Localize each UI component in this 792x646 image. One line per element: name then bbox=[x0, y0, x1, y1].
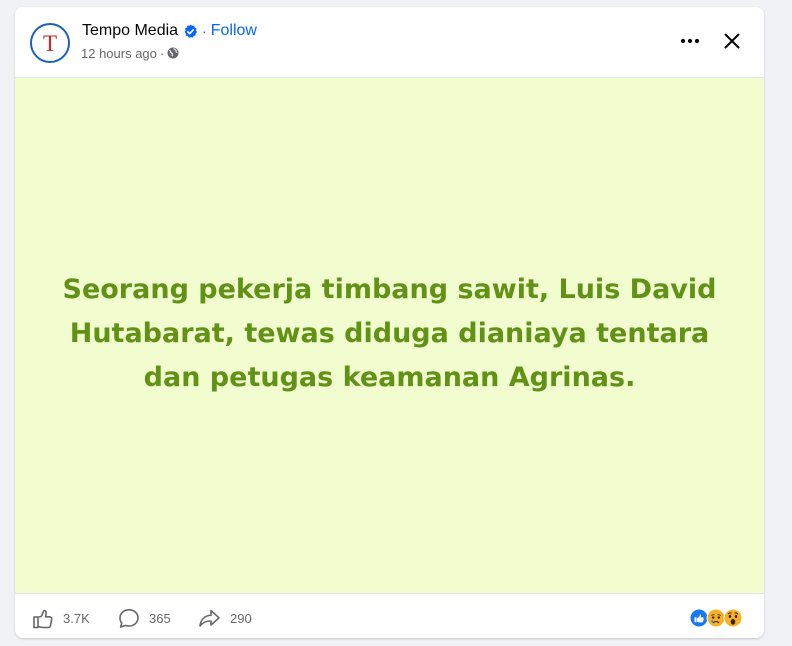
post-text: Seorang pekerja timbang sawit, Luis Davi… bbox=[62, 273, 717, 393]
share-count: 290 bbox=[230, 610, 252, 626]
post-card: T Tempo Media · Follow 12 hours ago · Se… bbox=[15, 7, 764, 638]
share-icon bbox=[198, 608, 221, 629]
more-options-button[interactable] bbox=[675, 26, 705, 56]
reaction-summary[interactable] bbox=[689, 608, 749, 628]
verified-badge-icon bbox=[183, 24, 198, 39]
share-button[interactable]: 290 bbox=[198, 607, 252, 629]
post-timestamp[interactable]: 12 hours ago bbox=[81, 46, 157, 61]
like-count: 3.7K bbox=[63, 610, 90, 626]
avatar-letter: T bbox=[42, 31, 58, 56]
wow-reaction-icon bbox=[723, 608, 743, 628]
post-meta: 12 hours ago · bbox=[81, 45, 179, 61]
follow-button[interactable]: Follow bbox=[211, 22, 257, 40]
meta-separator: · bbox=[159, 45, 165, 61]
author-row: Tempo Media · Follow bbox=[82, 21, 257, 41]
close-button[interactable] bbox=[717, 26, 747, 56]
avatar[interactable]: T bbox=[30, 23, 70, 63]
post-footer: 3.7K 365 290 bbox=[15, 595, 764, 638]
globe-icon[interactable] bbox=[167, 47, 179, 59]
comment-count: 365 bbox=[149, 610, 171, 626]
close-icon bbox=[724, 33, 740, 49]
comment-button[interactable]: 365 bbox=[118, 607, 171, 629]
more-horizontal-icon bbox=[680, 38, 700, 44]
post-header: T Tempo Media · Follow 12 hours ago · bbox=[15, 7, 764, 77]
like-icon bbox=[32, 608, 54, 629]
separator-dot: · bbox=[202, 23, 207, 39]
page-name-link[interactable]: Tempo Media bbox=[82, 22, 178, 40]
post-text-background: Seorang pekerja timbang sawit, Luis Davi… bbox=[15, 77, 764, 594]
comment-icon bbox=[118, 608, 140, 629]
like-button[interactable]: 3.7K bbox=[32, 607, 90, 629]
